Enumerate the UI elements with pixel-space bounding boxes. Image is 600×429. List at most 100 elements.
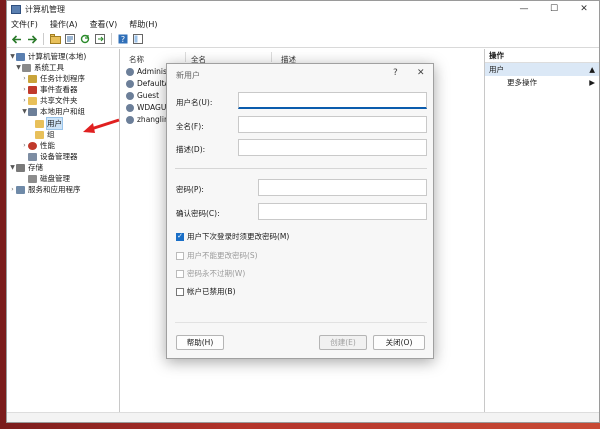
dialog-title: 新用户 xyxy=(176,71,200,80)
column-separator[interactable] xyxy=(271,52,272,62)
services-icon xyxy=(16,185,25,194)
tree-label: 服务和应用程序 xyxy=(28,185,81,194)
tree-item-storage[interactable]: ▼ 存储 xyxy=(9,162,43,173)
collapse-icon[interactable]: ▼ xyxy=(9,164,16,171)
folder-icon xyxy=(35,119,44,128)
tree-label: 磁盘管理 xyxy=(40,174,70,183)
description-input[interactable] xyxy=(238,139,427,156)
cannot-change-password-checkbox[interactable]: 用户不能更改密码(S) xyxy=(176,250,258,261)
user-icon xyxy=(126,103,134,112)
password-never-expires-checkbox[interactable]: 密码永不过期(W) xyxy=(176,268,245,279)
collapse-icon[interactable]: ▼ xyxy=(9,53,16,60)
password-input[interactable] xyxy=(258,179,427,196)
tree-label: 任务计划程序 xyxy=(40,74,85,83)
expand-icon[interactable]: › xyxy=(21,97,28,104)
shared-folder-icon xyxy=(28,96,37,105)
tree-label: 组 xyxy=(47,130,55,139)
confirm-password-input[interactable] xyxy=(258,203,427,220)
username-input[interactable] xyxy=(238,92,427,109)
collapse-icon[interactable]: ▲ xyxy=(589,65,595,74)
menu-file[interactable]: 文件(F) xyxy=(11,19,38,30)
tree-item-task-scheduler[interactable]: › 任务计划程序 xyxy=(21,73,85,84)
refresh-icon[interactable] xyxy=(79,33,91,45)
help-icon[interactable]: ? xyxy=(117,33,129,45)
more-actions-label: 更多操作 xyxy=(507,78,537,87)
fullname-input[interactable] xyxy=(238,116,427,133)
tree-item-shared-folders[interactable]: › 共享文件夹 xyxy=(21,95,78,106)
menu-help[interactable]: 帮助(H) xyxy=(129,19,157,30)
tree-item-disk-management[interactable]: 磁盘管理 xyxy=(28,173,70,184)
back-arrow-icon[interactable] xyxy=(11,33,23,45)
tools-icon xyxy=(22,63,31,72)
expand-icon[interactable]: › xyxy=(21,142,28,149)
help-button[interactable]: 帮助(H) xyxy=(176,335,224,350)
list-item[interactable]: zhanglin xyxy=(126,114,169,125)
title-bar: 计算机管理 — ☐ ✕ xyxy=(7,1,599,17)
forward-arrow-icon[interactable] xyxy=(26,33,38,45)
tree-item-root[interactable]: ▼ 计算机管理(本地) xyxy=(9,51,86,62)
status-bar xyxy=(7,412,599,422)
toolbar-separator xyxy=(43,33,44,45)
close-button[interactable]: ✕ xyxy=(569,1,599,17)
checkmark-icon[interactable]: ✓ xyxy=(176,232,184,241)
computer-management-icon xyxy=(11,4,21,14)
tree-item-event-viewer[interactable]: › 事件查看器 xyxy=(21,84,77,95)
user-name: Guest xyxy=(137,91,160,100)
maximize-button[interactable]: ☐ xyxy=(539,1,569,17)
checkbox-box[interactable] xyxy=(176,251,184,260)
fullname-label: 全名(F): xyxy=(176,122,204,131)
account-disabled-checkbox[interactable]: 帐户已禁用(B) xyxy=(176,286,236,297)
svg-text:?: ? xyxy=(121,35,125,44)
checkbox-box[interactable] xyxy=(176,269,184,278)
event-log-icon xyxy=(28,85,37,94)
menu-action[interactable]: 操作(A) xyxy=(50,19,78,30)
collapse-icon[interactable]: ▼ xyxy=(21,108,28,115)
more-actions-link[interactable]: 更多操作 ▶ xyxy=(485,76,599,89)
tree-item-performance[interactable]: › 性能 xyxy=(21,140,55,151)
column-header-name[interactable]: 名称 xyxy=(129,54,144,65)
clock-icon xyxy=(28,74,37,83)
tree-label: 共享文件夹 xyxy=(40,96,78,105)
tree-item-system-tools[interactable]: ▼ 系统工具 xyxy=(15,62,64,73)
tree-item-groups[interactable]: 组 xyxy=(35,129,55,140)
computer-icon xyxy=(16,52,25,61)
close-dialog-button[interactable]: 关闭(O) xyxy=(373,335,425,350)
dialog-close-icon[interactable]: ✕ xyxy=(417,68,425,78)
device-manager-icon xyxy=(28,152,37,161)
tree-item-local-users-groups[interactable]: ▼ 本地用户和组 xyxy=(21,106,85,117)
minimize-button[interactable]: — xyxy=(509,1,539,17)
storage-icon xyxy=(16,163,25,172)
export-list-icon[interactable] xyxy=(94,33,106,45)
window-title: 计算机管理 xyxy=(25,4,65,14)
dialog-help-icon[interactable]: ? xyxy=(393,68,398,78)
tree-label: 用户 xyxy=(46,117,63,130)
expand-icon[interactable]: › xyxy=(21,75,28,82)
user-icon xyxy=(126,115,134,124)
menu-view[interactable]: 查看(V) xyxy=(90,19,118,30)
red-pointer-arrow-icon xyxy=(83,118,120,133)
submenu-arrow-icon: ▶ xyxy=(589,78,595,87)
actions-section-users[interactable]: 用户 ▲ xyxy=(485,63,599,76)
console-tree-icon[interactable] xyxy=(132,33,144,45)
console-tree: ▼ 计算机管理(本地) ▼ 系统工具 › 任务计划程序 › 事件查看器 › 共享… xyxy=(7,49,120,413)
expand-icon[interactable]: › xyxy=(21,86,28,93)
column-separator[interactable] xyxy=(185,52,186,62)
checkbox-box[interactable] xyxy=(176,287,184,296)
must-change-password-checkbox[interactable]: ✓ 用户下次登录时须更改密码(M) xyxy=(176,231,289,242)
tree-item-device-manager[interactable]: 设备管理器 xyxy=(28,151,78,162)
collapse-icon[interactable]: ▼ xyxy=(15,64,22,71)
checkbox-label: 用户不能更改密码(S) xyxy=(187,251,258,260)
list-item[interactable]: Guest xyxy=(126,90,159,101)
tree-item-users[interactable]: 用户 xyxy=(35,117,63,130)
checkbox-label: 用户下次登录时须更改密码(M) xyxy=(187,232,290,241)
create-button[interactable]: 创建(E) xyxy=(319,335,367,350)
actions-header: 操作 xyxy=(485,49,599,63)
tree-label: 计算机管理(本地) xyxy=(28,52,87,61)
properties-icon[interactable] xyxy=(64,33,76,45)
dialog-divider xyxy=(175,322,427,323)
up-folder-icon[interactable] xyxy=(49,33,61,45)
expand-icon[interactable]: › xyxy=(9,186,16,193)
user-icon xyxy=(126,79,134,88)
tree-item-services-apps[interactable]: › 服务和应用程序 xyxy=(9,184,81,195)
confirm-password-label: 确认密码(C): xyxy=(176,209,220,218)
